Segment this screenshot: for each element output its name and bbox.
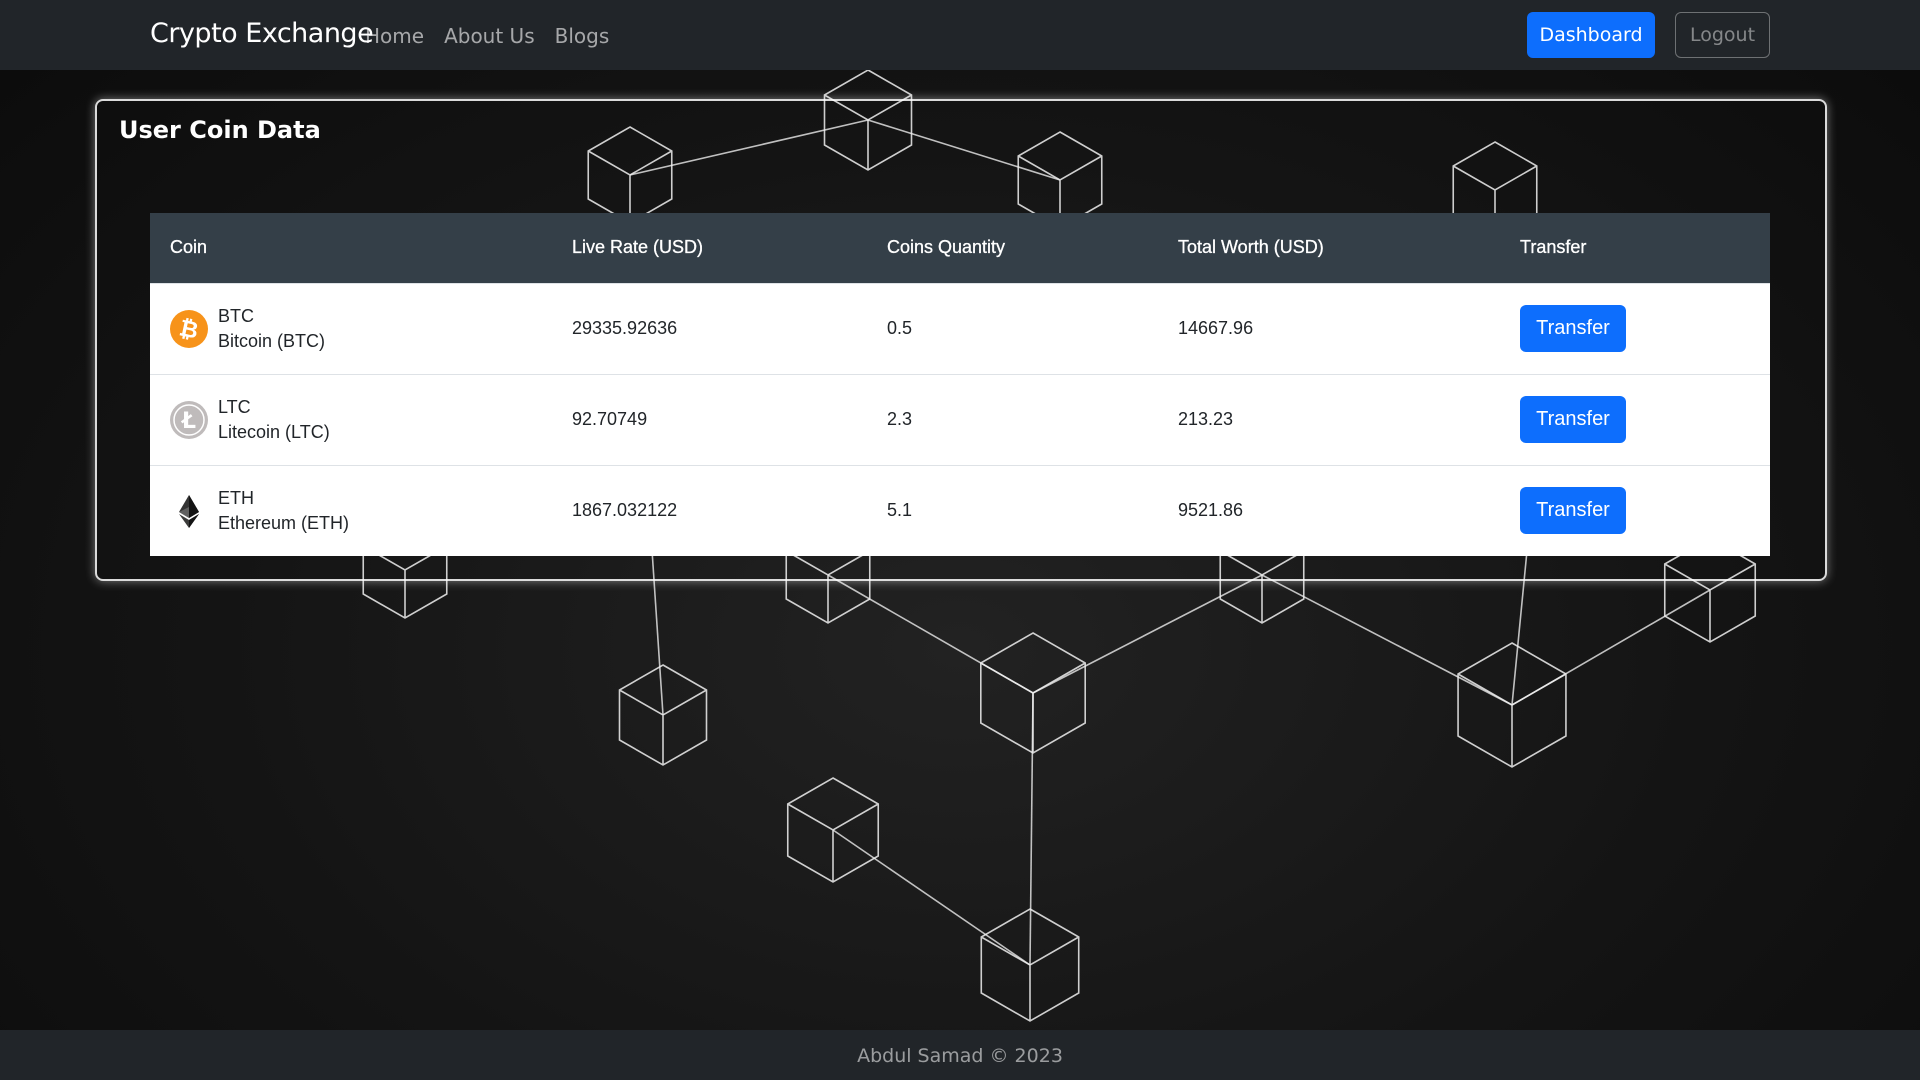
table-row: ₿ BTC Bitcoin (BTC) 29335.92636 0.5 1466… (150, 283, 1770, 374)
brand-logo-text[interactable]: Crypto Exchange (150, 18, 374, 49)
header-live-rate: Live Rate (USD) (572, 237, 704, 258)
coin-symbol: ETH (218, 487, 254, 508)
network-link (1261, 574, 1513, 706)
transfer-button-ltc[interactable]: Transfer (1520, 396, 1626, 443)
navbar: Crypto Exchange Home About Us Blogs Dash… (0, 0, 1920, 70)
coin-symbol: BTC (218, 305, 254, 326)
nav-links: Home About Us Blogs (365, 24, 609, 48)
coin-name: Litecoin (LTC) (218, 421, 330, 442)
header-total-worth: Total Worth (USD) (1178, 237, 1324, 258)
table-row: Ł LTC Litecoin (LTC) 92.70749 2.3 213.23… (150, 374, 1770, 465)
table-row: ETH Ethereum (ETH) 1867.032122 5.1 9521.… (150, 465, 1770, 556)
coin-name: Bitcoin (BTC) (218, 330, 326, 351)
dashboard-button[interactable]: Dashboard (1527, 12, 1655, 58)
svg-text:Ł: Ł (181, 409, 196, 434)
coin-name: Ethereum (ETH) (218, 512, 350, 533)
litecoin-icon: Ł (170, 400, 208, 439)
card-title: User Coin Data (119, 116, 321, 144)
total-worth-value: 213.23 (1178, 409, 1234, 429)
network-link (832, 829, 1031, 966)
footer-copyright: Abdul Samad © 2023 (857, 1045, 1063, 1067)
transfer-button-btc[interactable]: Transfer (1520, 305, 1626, 352)
coins-quantity-value: 0.5 (887, 318, 913, 338)
coins-quantity-value: 5.1 (887, 500, 913, 521)
wireframe-cube (980, 632, 1086, 754)
coin-cell: ₿ BTC Bitcoin (BTC) (170, 304, 551, 354)
total-worth-value: 9521.86 (1178, 500, 1244, 521)
table-header-row: Coin Live Rate (USD) Coins Quantity Tota… (150, 213, 1770, 283)
ethereum-icon (179, 494, 199, 528)
nav-link-blogs[interactable]: Blogs (555, 24, 610, 48)
wireframe-cube (1457, 642, 1567, 768)
live-rate-value: 29335.92636 (572, 318, 678, 338)
wireframe-cube (618, 664, 708, 766)
coin-table: Coin Live Rate (USD) Coins Quantity Tota… (150, 213, 1770, 556)
total-worth-value: 14667.96 (1178, 318, 1254, 338)
live-rate-value: 92.70749 (572, 409, 648, 429)
coins-quantity-value: 2.3 (887, 409, 913, 429)
transfer-button-eth[interactable]: Transfer (1520, 487, 1626, 535)
wireframe-cube (786, 777, 880, 883)
coin-symbol: LTC (218, 396, 251, 417)
footer: Abdul Samad © 2023 (0, 1030, 1920, 1080)
header-coins-quantity: Coins Quantity (887, 237, 1006, 258)
coin-cell: Ł LTC Litecoin (LTC) (170, 395, 551, 445)
coin-cell: ETH Ethereum (ETH) (170, 486, 551, 536)
network-link (1032, 574, 1263, 694)
user-coin-data-card: User Coin Data Coin Live Rate (USD) Coin… (95, 99, 1827, 581)
header-coin: Coin (170, 237, 208, 258)
header-transfer: Transfer (1520, 237, 1587, 258)
nav-link-about-us[interactable]: About Us (444, 24, 535, 48)
bitcoin-icon: ₿ (170, 309, 208, 348)
nav-link-home[interactable]: Home (365, 24, 424, 48)
logout-button[interactable]: Logout (1675, 12, 1770, 58)
live-rate-value: 1867.032122 (572, 500, 678, 521)
